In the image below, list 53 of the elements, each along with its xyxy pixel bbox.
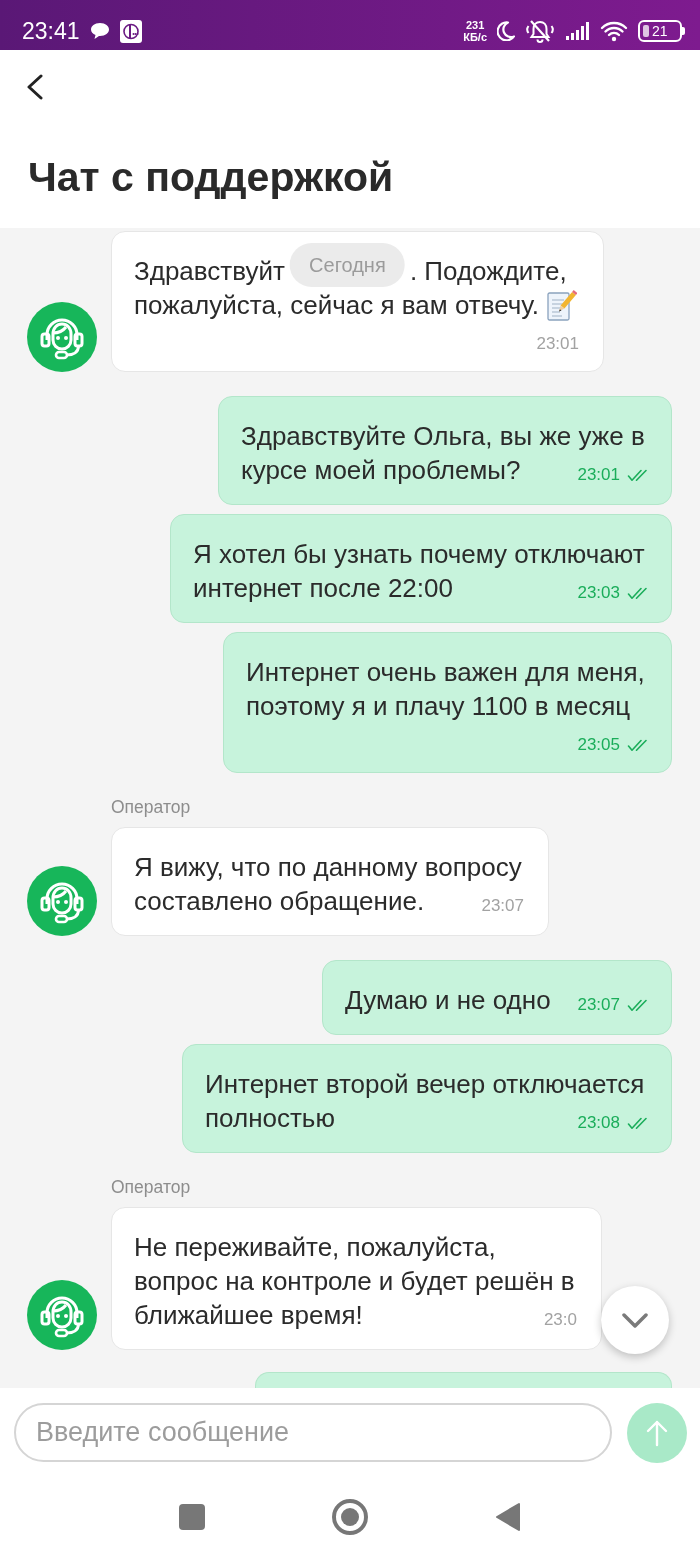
message-text: поэтому я и плачу 1100 в месяц <box>246 690 631 723</box>
message-text: Не переживайте, пожалуйста, <box>134 1231 496 1264</box>
message-time: 23:01 <box>536 334 579 354</box>
date-header: Сегодня <box>290 243 405 287</box>
message-text: Интернет второй вечер отключается <box>205 1068 645 1101</box>
chat-bubble-icon <box>89 22 110 40</box>
sender-name: Оператор <box>111 1177 191 1197</box>
home-button[interactable] <box>332 1499 368 1535</box>
message-text: Здравствуйте Ольга, вы же уже в <box>241 420 645 453</box>
scroll-down-button[interactable] <box>601 1286 669 1354</box>
clock-time: 23:41 <box>22 18 80 44</box>
home-icon <box>332 1499 368 1535</box>
back-icon <box>26 74 44 100</box>
message-time: 23:0 <box>543 1310 577 1330</box>
message-text: . Подождите, <box>409 255 567 288</box>
back-triangle-icon <box>495 1502 521 1532</box>
message-time: 23:03 <box>577 583 620 603</box>
message-text: ближайшее время! <box>134 1299 363 1332</box>
message-time: 23:05 <box>577 735 620 755</box>
message-text: Здравствуйт <box>134 255 285 288</box>
arrow-up-icon <box>646 1419 668 1447</box>
support-agent-icon <box>27 1280 97 1350</box>
message-text: Я хотел бы узнать почему отключают <box>193 538 645 571</box>
moon-icon <box>497 21 515 41</box>
battery-fill <box>643 25 649 37</box>
network-speed-value: 231 <box>464 19 486 31</box>
message-text: Я вижу, что по данному вопросу <box>134 851 522 884</box>
message-text: пожалуйста, сейчас я вам отвечу. <box>134 289 539 322</box>
message-text: полностью <box>205 1102 335 1135</box>
message-text: вопрос на контроле и будет решён в <box>134 1265 575 1298</box>
muted-bell-icon <box>525 19 555 43</box>
square-icon <box>179 1504 205 1530</box>
support-agent-icon <box>27 302 97 372</box>
battery-percent: 21 <box>652 23 668 39</box>
message-time: 23:07 <box>577 995 620 1015</box>
message-time: 23:07 <box>481 896 524 916</box>
support-agent-icon <box>27 866 97 936</box>
system-back-button[interactable] <box>495 1502 521 1532</box>
page-title: Чат с поддержкой <box>28 153 395 201</box>
message-text: интернет после 22:00 <box>193 572 453 605</box>
message-time: 23:08 <box>577 1113 620 1133</box>
chevron-down-icon <box>622 1312 648 1328</box>
message-text: курсе моей проблемы? <box>241 454 521 487</box>
message-text: Интернет очень важен для меня, <box>246 656 645 689</box>
wifi-icon <box>600 20 628 42</box>
message-text: составлено обращение. <box>134 885 425 918</box>
app-notification-icon <box>119 19 142 43</box>
sender-name: Оператор <box>111 797 191 817</box>
network-speed-unit: КБ/с <box>463 31 487 43</box>
message-time: 23:01 <box>577 465 620 485</box>
message-input[interactable]: Введите сообщение <box>14 1403 612 1462</box>
message-text: Думаю и не одно <box>345 984 551 1017</box>
signal-icon <box>565 21 590 41</box>
